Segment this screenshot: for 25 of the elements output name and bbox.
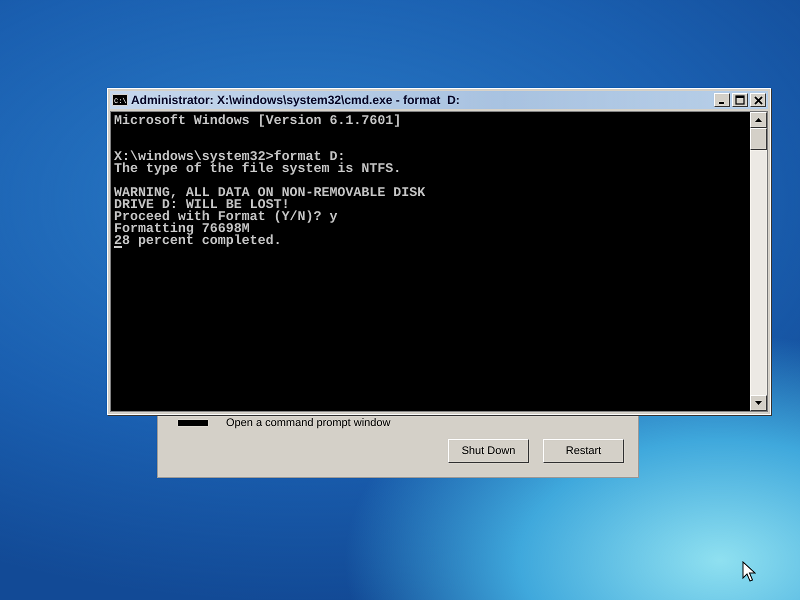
scroll-thumb[interactable] [750,128,767,150]
console-line: Formatting 76698M [114,223,250,235]
console-line: Proceed with Format (Y/N)? y [114,211,338,223]
scroll-up-button[interactable] [750,112,767,128]
scrollbar[interactable] [750,112,767,411]
console-line: X:\windows\system32>format D: [114,151,346,163]
scroll-down-button[interactable] [750,395,767,411]
console-line: WARNING, ALL DATA ON NON-REMOVABLE DISK [114,187,426,199]
window-title: Administrator: X:\windows\system32\cmd.exe - format D: [131,93,461,107]
console-line: DRIVE D: WILL BE LOST! [114,199,290,211]
down-triangle-icon [755,401,762,405]
text-cursor [114,246,122,248]
console-line: The type of the file system is NTFS. [114,163,402,175]
maximize-icon [735,95,745,105]
option-link[interactable]: Open a command prompt window [226,417,390,429]
mouse-pointer-icon [742,561,756,583]
maximize-button[interactable] [732,93,748,107]
minimize-button[interactable] [714,93,730,107]
close-button[interactable] [750,93,766,107]
console-line: 28 percent completed. [114,235,283,247]
dialog-button[interactable]: Shut Down [448,439,529,463]
console-line: Microsoft Windows [Version 6.1.7601] [114,115,402,127]
close-icon [754,96,762,104]
up-triangle-icon [755,118,762,122]
dialog-button[interactable]: Restart [543,439,624,463]
